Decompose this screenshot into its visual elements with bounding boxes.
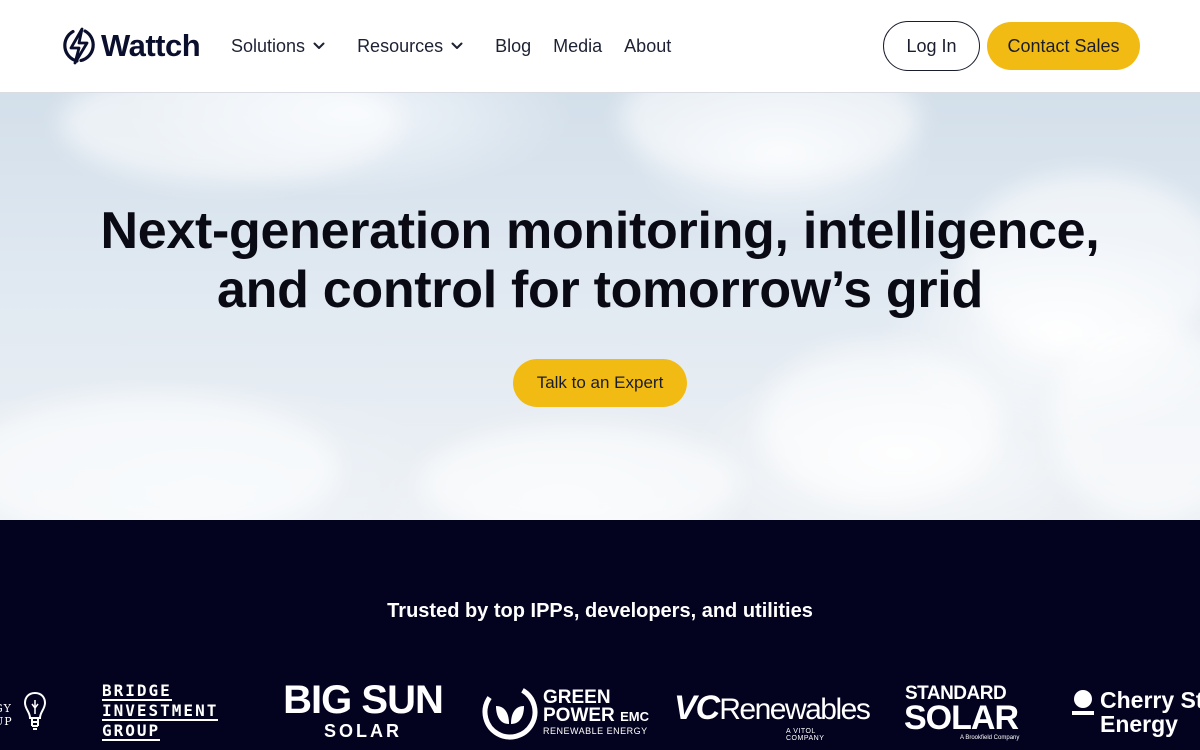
nav-item-media[interactable]: Media (553, 36, 602, 57)
cloud-decoration (760, 343, 1000, 503)
nav-item-blog[interactable]: Blog (495, 36, 531, 57)
cherry-dot-icon (1074, 690, 1092, 708)
cloud-decoration (620, 93, 920, 183)
wattch-logo-link[interactable]: Wattch (59, 26, 201, 66)
hero-section: Next-generation monitoring, intelligence… (0, 93, 1200, 520)
lightbulb-icon (23, 691, 47, 730)
energy-group-logo: GY UP (0, 690, 54, 738)
standard-solar-logo: STANDARD SOLAR A Brookfield Company (904, 683, 1020, 741)
customer-logo-strip: GY UP BRIDGE INVESTMENT GROUP BIG SUN SO… (0, 680, 1200, 750)
bridge-investment-group-logo: BRIDGE INVESTMENT GROUP (102, 681, 219, 741)
login-button[interactable]: Log In (883, 21, 980, 71)
talk-to-expert-button[interactable]: Talk to an Expert (513, 359, 687, 407)
cloud-decoration (1050, 323, 1200, 520)
cloud-decoration (60, 93, 400, 183)
cloud-decoration (420, 423, 740, 520)
cloud-decoration (0, 393, 340, 520)
hero-headline-line2: and control for tomorrow’s grid (217, 261, 983, 319)
cherry-street-energy-logo: Cherry St Energy (1072, 688, 1200, 740)
nav-item-solutions[interactable]: Solutions (231, 36, 326, 57)
chevron-down-icon (313, 42, 325, 49)
leaf-circle-icon (482, 684, 538, 740)
nav-item-label: Solutions (231, 35, 306, 56)
energy-group-logo-text: GY UP (0, 702, 13, 728)
big-sun-solar-logo: BIG SUN SOLAR (283, 678, 444, 741)
trusted-by-heading: Trusted by top IPPs, developers, and uti… (387, 600, 813, 622)
hero-headline-line1: Next-generation monitoring, intelligence… (100, 202, 1100, 260)
main-nav-links: Solutions Resources Blog Media About (231, 34, 671, 58)
trusted-by-section: Trusted by top IPPs, developers, and uti… (0, 520, 1200, 750)
top-nav: Wattch Solutions Resources Blog Media Ab… (0, 0, 1200, 93)
contact-sales-button[interactable]: Contact Sales (987, 22, 1140, 70)
nav-item-resources[interactable]: Resources (357, 36, 464, 57)
nav-item-label: Resources (357, 35, 444, 56)
green-power-emc-logo: GREEN POWER EMC RENEWABLE ENERGY (482, 684, 652, 740)
cherry-bar-icon (1072, 711, 1094, 715)
nav-item-about[interactable]: About (624, 36, 671, 57)
bolt-in-circle-icon (63, 27, 95, 65)
hero-headline: Next-generation monitoring, intelligence… (0, 202, 1200, 320)
vc-renewables-logo: VCRenewables A VITOL COMPANY (674, 689, 871, 742)
chevron-down-icon (451, 42, 463, 49)
brand-name: Wattch (101, 28, 201, 63)
